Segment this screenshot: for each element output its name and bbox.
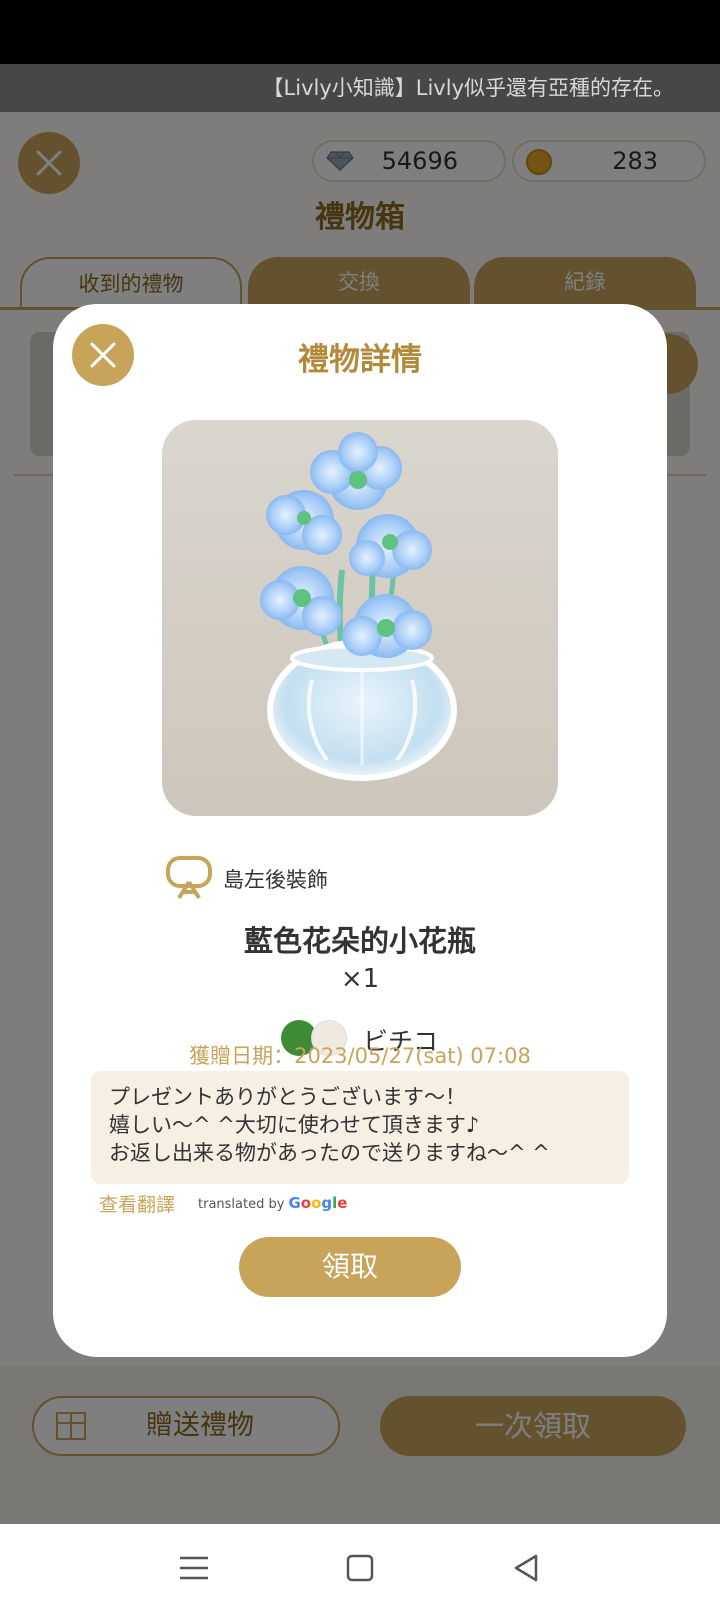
- item-image: [162, 420, 558, 816]
- message-line: 嬉しい〜^ ^大切に使わせて頂きます♪: [109, 1113, 480, 1137]
- view-translation-link[interactable]: 查看翻譯: [99, 1190, 175, 1217]
- gift-message: プレゼントありがとうございます〜！ 嬉しい〜^ ^大切に使わせて頂きます♪ お返…: [91, 1071, 629, 1184]
- gift-date: 獲贈日期：2023/05/27(sat) 07:08: [189, 1044, 531, 1068]
- status-bar: [0, 0, 720, 64]
- message-line: お返し出来る物があったので送りますね〜^ ^: [109, 1141, 550, 1165]
- message-line: プレゼントありがとうございます〜！: [109, 1085, 466, 1109]
- item-quantity: ×1: [340, 964, 380, 994]
- back-icon[interactable]: [506, 1550, 546, 1586]
- item-name: 藍色花朵的小花瓶: [243, 924, 476, 958]
- island-decor-icon: [166, 856, 212, 900]
- translated-by-label: translated by: [198, 1197, 285, 1212]
- translated-by-google: translated by Google: [198, 1194, 347, 1212]
- news-ticker: 【Livly小知識】Livly似乎還有亞種的存在。: [0, 64, 720, 112]
- category-label: 島左後裝飾: [223, 868, 328, 892]
- claim-button[interactable]: 領取: [239, 1237, 461, 1297]
- flower-vase-illustration: [260, 432, 457, 781]
- gift-details-dialog: 禮物詳情 島左後裝飾 藍色花朵的小花瓶 ×1 ビチコ 獲贈日期：2023/05/…: [53, 304, 667, 1357]
- system-nav-bar: [0, 1524, 720, 1612]
- menu-icon[interactable]: [174, 1550, 214, 1586]
- google-logo: Google: [288, 1194, 348, 1212]
- dialog-title: 禮物詳情: [298, 342, 422, 378]
- home-icon[interactable]: [340, 1550, 380, 1586]
